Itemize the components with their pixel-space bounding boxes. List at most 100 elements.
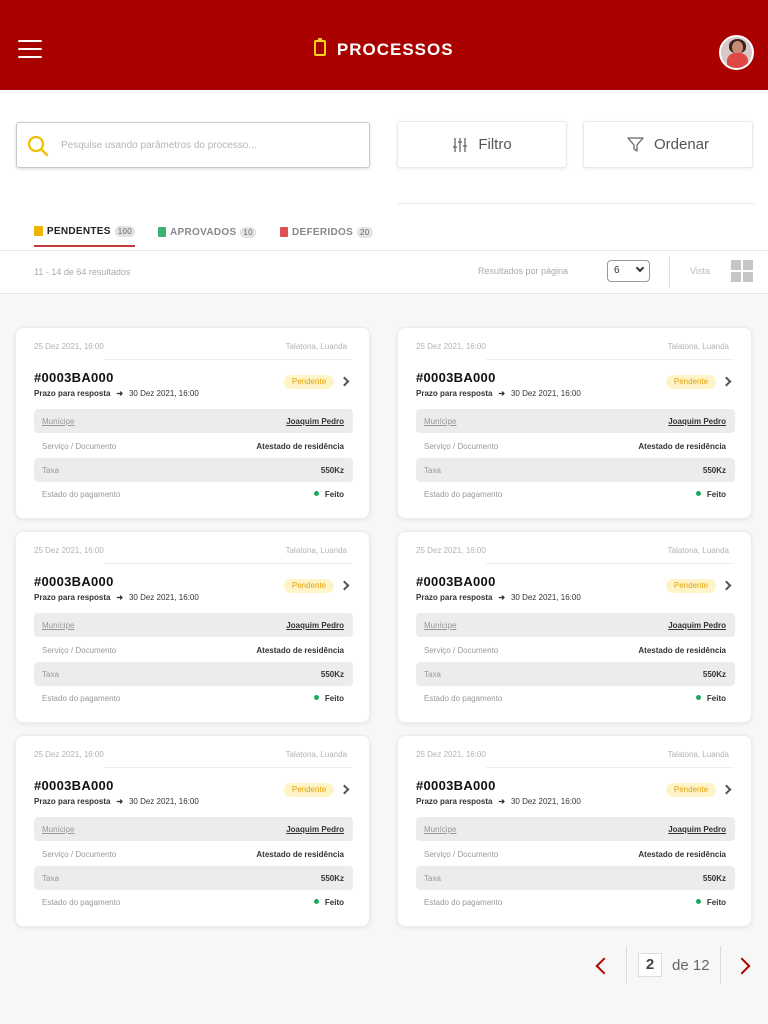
row-label: Serviço / Documento bbox=[42, 646, 117, 655]
row-pagamento: Estado do pagamento Feito bbox=[416, 686, 735, 710]
row-taxa: Taxa 550Kz bbox=[416, 866, 735, 890]
row-servico: Serviço / Documento Atestado de residênc… bbox=[34, 842, 353, 866]
tab-aprovados[interactable]: APROVADOS 10 bbox=[158, 217, 256, 247]
deadline-label: Prazo para resposta bbox=[34, 389, 111, 398]
chevron-right-icon[interactable] bbox=[339, 784, 350, 795]
row-value: 550Kz bbox=[320, 874, 344, 883]
row-label: Taxa bbox=[42, 874, 59, 883]
chevron-right-icon[interactable] bbox=[721, 580, 732, 591]
row-value: Atestado de residência bbox=[256, 850, 344, 859]
process-card[interactable]: 25 Dez 2021, 16:00 Talatona, Luanda #000… bbox=[397, 327, 752, 519]
filter-button[interactable]: Filtro bbox=[397, 121, 567, 168]
deadline: Prazo para resposta ➜ 30 Dez 2021, 16:00 bbox=[416, 593, 581, 602]
row-value: 550Kz bbox=[702, 670, 726, 679]
status-badge: Pendente bbox=[666, 783, 716, 797]
card-location: Talatona, Luanda bbox=[285, 750, 347, 759]
payment-value: Feito bbox=[706, 694, 726, 703]
process-id: #0003BA000 bbox=[34, 370, 114, 385]
tab-count: 100 bbox=[114, 225, 135, 237]
view-label: Vista bbox=[690, 266, 710, 276]
grid-view-icon[interactable] bbox=[731, 260, 753, 282]
row-pagamento: Estado do pagamento Feito bbox=[416, 482, 735, 506]
process-id: #0003BA000 bbox=[416, 778, 496, 793]
funnel-icon bbox=[627, 137, 644, 152]
card-location: Talatona, Luanda bbox=[667, 546, 729, 555]
municipe-link[interactable]: Joaquim Pedro bbox=[286, 621, 344, 630]
payment-status: Feito bbox=[695, 694, 726, 703]
current-page[interactable]: 2 bbox=[638, 953, 662, 977]
deadline-label: Prazo para resposta bbox=[416, 389, 493, 398]
arrow-right-icon: ➜ bbox=[116, 593, 124, 602]
results-count: 11 - 14 de 64 resultados bbox=[34, 267, 131, 277]
row-label: Serviço / Documento bbox=[424, 646, 499, 655]
row-label: Munícipe bbox=[424, 417, 457, 426]
row-municipe: Munícipe Joaquim Pedro bbox=[34, 409, 353, 433]
payment-value: Feito bbox=[324, 490, 344, 499]
avatar[interactable] bbox=[719, 35, 754, 70]
municipe-link[interactable]: Joaquim Pedro bbox=[668, 417, 726, 426]
divider bbox=[720, 946, 721, 984]
process-card[interactable]: 25 Dez 2021, 16:00 Talatona, Luanda #000… bbox=[397, 735, 752, 927]
chevron-right-icon[interactable] bbox=[736, 957, 752, 973]
search-box[interactable] bbox=[16, 122, 370, 168]
chevron-right-icon[interactable] bbox=[339, 376, 350, 387]
deadline: Prazo para resposta ➜ 30 Dez 2021, 16:00 bbox=[34, 389, 199, 398]
app-header: PROCESSOS bbox=[0, 0, 768, 90]
payment-value: Feito bbox=[706, 490, 726, 499]
row-label: Serviço / Documento bbox=[424, 850, 499, 859]
row-municipe: Munícipe Joaquim Pedro bbox=[416, 409, 735, 433]
chevron-right-icon[interactable] bbox=[721, 376, 732, 387]
status-badge: Pendente bbox=[284, 783, 334, 797]
row-municipe: Munícipe Joaquim Pedro bbox=[34, 817, 353, 841]
municipe-link[interactable]: Joaquim Pedro bbox=[286, 417, 344, 426]
divider bbox=[486, 563, 734, 564]
sort-button[interactable]: Ordenar bbox=[583, 121, 753, 168]
arrow-right-icon: ➜ bbox=[498, 593, 506, 602]
per-page-label: Resultados por página bbox=[478, 266, 569, 276]
municipe-link[interactable]: Joaquim Pedro bbox=[668, 825, 726, 834]
process-card[interactable]: 25 Dez 2021, 16:00 Talatona, Luanda #000… bbox=[15, 735, 370, 927]
filter-button-label: Filtro bbox=[478, 136, 512, 153]
chevron-left-icon[interactable] bbox=[593, 957, 609, 973]
tab-label: DEFERIDOS bbox=[292, 226, 354, 238]
status-dot bbox=[313, 695, 319, 701]
row-label: Munícipe bbox=[42, 825, 75, 834]
row-taxa: Taxa 550Kz bbox=[34, 662, 353, 686]
row-servico: Serviço / Documento Atestado de residênc… bbox=[34, 434, 353, 458]
chevron-right-icon[interactable] bbox=[721, 784, 732, 795]
tab-pendentes[interactable]: PENDENTES 100 bbox=[34, 217, 135, 247]
process-card[interactable]: 25 Dez 2021, 16:00 Talatona, Luanda #000… bbox=[15, 327, 370, 519]
deadline: Prazo para resposta ➜ 30 Dez 2021, 16:00 bbox=[416, 389, 581, 398]
page-title-wrap: PROCESSOS bbox=[0, 38, 768, 64]
row-value: 550Kz bbox=[320, 466, 344, 475]
deadline-value: 30 Dez 2021, 16:00 bbox=[128, 593, 199, 602]
payment-status: Feito bbox=[695, 898, 726, 907]
chevron-right-icon[interactable] bbox=[339, 580, 350, 591]
payment-value: Feito bbox=[706, 898, 726, 907]
deadline-value: 30 Dez 2021, 16:00 bbox=[128, 797, 199, 806]
row-servico: Serviço / Documento Atestado de residênc… bbox=[416, 638, 735, 662]
row-label: Taxa bbox=[42, 466, 59, 475]
document-icon bbox=[280, 227, 288, 237]
tab-deferidos[interactable]: DEFERIDOS 20 bbox=[280, 217, 373, 247]
row-municipe: Munícipe Joaquim Pedro bbox=[416, 613, 735, 637]
deadline-label: Prazo para resposta bbox=[416, 797, 493, 806]
row-label: Serviço / Documento bbox=[42, 850, 117, 859]
payment-status: Feito bbox=[695, 490, 726, 499]
process-id: #0003BA000 bbox=[416, 370, 496, 385]
municipe-link[interactable]: Joaquim Pedro bbox=[286, 825, 344, 834]
row-value: Atestado de residência bbox=[638, 442, 726, 451]
row-taxa: Taxa 550Kz bbox=[34, 458, 353, 482]
deadline-label: Prazo para resposta bbox=[34, 797, 111, 806]
search-input[interactable] bbox=[61, 135, 361, 155]
divider bbox=[486, 359, 734, 360]
municipe-link[interactable]: Joaquim Pedro bbox=[668, 621, 726, 630]
deadline-label: Prazo para resposta bbox=[416, 593, 493, 602]
process-card[interactable]: 25 Dez 2021, 16:00 Talatona, Luanda #000… bbox=[397, 531, 752, 723]
row-municipe: Munícipe Joaquim Pedro bbox=[34, 613, 353, 637]
row-pagamento: Estado do pagamento Feito bbox=[34, 482, 353, 506]
per-page-select[interactable]: 6 bbox=[607, 260, 650, 282]
card-date: 25 Dez 2021, 16:00 bbox=[416, 546, 486, 555]
process-card[interactable]: 25 Dez 2021, 16:00 Talatona, Luanda #000… bbox=[15, 531, 370, 723]
process-id: #0003BA000 bbox=[34, 778, 114, 793]
